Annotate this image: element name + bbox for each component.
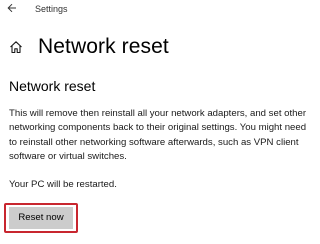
restart-note: Your PC will be restarted. — [9, 179, 117, 190]
page-title: Network reset — [38, 35, 169, 58]
network-reset-description: This will remove then reinstall all your… — [9, 108, 307, 163]
settings-window: Settings Network reset Network reset Thi… — [0, 0, 320, 244]
section-title: Network reset — [9, 78, 96, 94]
title-bar: Settings — [0, 0, 320, 20]
back-arrow-icon — [7, 0, 17, 18]
home-icon — [8, 39, 24, 55]
page-header: Network reset — [8, 33, 169, 61]
app-title: Settings — [35, 4, 68, 14]
reset-now-button[interactable]: Reset now — [9, 207, 73, 229]
back-button[interactable] — [3, 1, 21, 17]
